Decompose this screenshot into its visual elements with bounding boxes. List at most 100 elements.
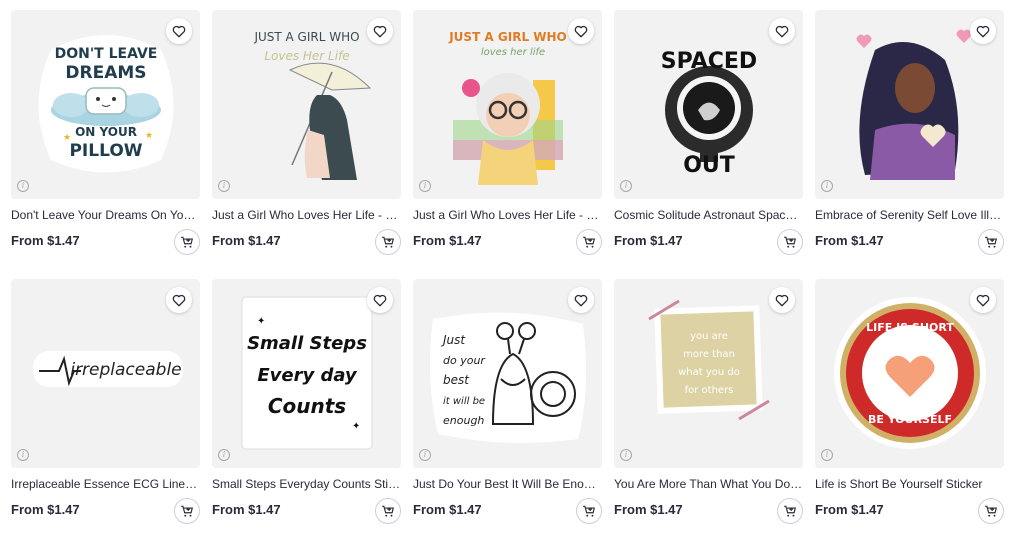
add-to-cart-icon xyxy=(181,505,193,517)
product-image[interactable]: SPACED OUT i xyxy=(614,10,803,199)
product-image[interactable]: JUST A GIRL WHO Loves Her Life i xyxy=(212,10,401,199)
art-line: BE YOURSELF xyxy=(868,413,952,426)
info-icon[interactable]: i xyxy=(218,180,230,192)
add-to-cart-icon xyxy=(382,505,394,517)
svg-text:✦: ✦ xyxy=(257,316,265,327)
svg-text:✦: ✦ xyxy=(352,421,360,432)
add-to-cart-icon xyxy=(784,505,796,517)
info-icon[interactable]: i xyxy=(17,449,29,461)
heart-icon xyxy=(775,25,789,37)
add-to-cart-button[interactable] xyxy=(174,229,200,255)
heart-icon xyxy=(574,25,588,37)
info-icon[interactable]: i xyxy=(620,449,632,461)
product-price: From $1.47 xyxy=(815,233,884,248)
product-image[interactable]: LIFE IS SHORT BE YOURSELF i xyxy=(815,279,1004,468)
add-to-cart-icon xyxy=(583,505,595,517)
product-price: From $1.47 xyxy=(212,233,281,248)
art-line: DREAMS xyxy=(65,63,146,83)
add-to-cart-button[interactable] xyxy=(978,229,1004,255)
art-line: you are xyxy=(690,331,728,342)
heart-icon xyxy=(976,294,990,306)
add-to-cart-icon xyxy=(181,236,193,248)
art-line: what you do xyxy=(678,367,740,378)
product-price: From $1.47 xyxy=(413,502,482,517)
favorite-button[interactable] xyxy=(568,287,594,313)
art-line: DON'T LEAVE xyxy=(55,46,158,62)
product-price: From $1.47 xyxy=(212,502,281,517)
favorite-button[interactable] xyxy=(166,18,192,44)
product-title[interactable]: Small Steps Everyday Counts Sticker xyxy=(212,476,401,492)
art-line: LIFE IS SHORT xyxy=(866,321,954,334)
art-line: Just xyxy=(441,333,466,347)
add-to-cart-button[interactable] xyxy=(375,229,401,255)
favorite-button[interactable] xyxy=(367,18,393,44)
art-line: PILLOW xyxy=(69,141,142,161)
heart-icon xyxy=(373,294,387,306)
product-title[interactable]: Just a Girl Who Loves Her Life - Pastel … xyxy=(212,207,401,223)
product-title[interactable]: Cosmic Solitude Astronaut Space Sticker xyxy=(614,207,803,223)
product-price: From $1.47 xyxy=(11,233,80,248)
product-title[interactable]: Irreplaceable Essence ECG Line Sticker xyxy=(11,476,200,492)
art-line: JUST A GIRL WHO xyxy=(253,30,359,44)
art-line: do your xyxy=(443,354,486,367)
product-price: From $1.47 xyxy=(614,233,683,248)
add-to-cart-button[interactable] xyxy=(978,498,1004,524)
info-icon[interactable]: i xyxy=(419,449,431,461)
add-to-cart-button[interactable] xyxy=(777,498,803,524)
art-line: Small Steps xyxy=(247,333,367,354)
art-line: loves her life xyxy=(481,47,545,58)
favorite-button[interactable] xyxy=(769,18,795,44)
info-icon[interactable]: i xyxy=(17,180,29,192)
product-price: From $1.47 xyxy=(815,502,884,517)
add-to-cart-button[interactable] xyxy=(777,229,803,255)
add-to-cart-button[interactable] xyxy=(375,498,401,524)
add-to-cart-icon xyxy=(382,236,394,248)
product-title[interactable]: Don't Leave Your Dreams On Your Pillow S… xyxy=(11,207,200,223)
product-price: From $1.47 xyxy=(614,502,683,517)
product-image[interactable]: JUST A GIRL WHO loves her life i xyxy=(413,10,602,199)
product-image[interactable]: irreplaceable i xyxy=(11,279,200,468)
art-line: Counts xyxy=(268,394,346,418)
product-price: From $1.47 xyxy=(413,233,482,248)
product-title[interactable]: Just Do Your Best It Will Be Enough Stic… xyxy=(413,476,602,492)
favorite-button[interactable] xyxy=(970,18,996,44)
product-title[interactable]: You Are More Than What You Do For Others… xyxy=(614,476,803,492)
add-to-cart-icon xyxy=(784,236,796,248)
product-image[interactable]: Small Steps Every day Counts ✦ ✦ i xyxy=(212,279,401,468)
favorite-button[interactable] xyxy=(568,18,594,44)
art-line: ON YOUR xyxy=(75,125,137,139)
art-line: JUST A GIRL WHO xyxy=(448,30,567,44)
art-line: irreplaceable xyxy=(70,360,181,380)
art-line: Loves Her Life xyxy=(264,49,349,63)
info-icon[interactable]: i xyxy=(821,180,833,192)
product-title[interactable]: Embrace of Serenity Self Love Illustrati… xyxy=(815,207,1004,223)
favorite-button[interactable] xyxy=(970,287,996,313)
product-price: From $1.47 xyxy=(11,502,80,517)
favorite-button[interactable] xyxy=(769,287,795,313)
favorite-button[interactable] xyxy=(166,287,192,313)
add-to-cart-button[interactable] xyxy=(576,229,602,255)
heart-icon xyxy=(775,294,789,306)
product-image[interactable]: i xyxy=(815,10,1004,199)
info-icon[interactable]: i xyxy=(218,449,230,461)
add-to-cart-button[interactable] xyxy=(174,498,200,524)
info-icon[interactable]: i xyxy=(620,180,632,192)
add-to-cart-button[interactable] xyxy=(576,498,602,524)
art-line: it will be xyxy=(443,396,485,407)
add-to-cart-icon xyxy=(583,236,595,248)
product-image[interactable]: Just do your best it will be enough i xyxy=(413,279,602,468)
info-icon[interactable]: i xyxy=(419,180,431,192)
heart-icon xyxy=(172,294,186,306)
add-to-cart-icon xyxy=(985,236,997,248)
info-icon[interactable]: i xyxy=(821,449,833,461)
product-image[interactable]: DON'T LEAVE DREAMS ON YOUR PILLOW ★ ★ i xyxy=(11,10,200,199)
art-line: more than xyxy=(683,349,735,360)
product-title[interactable]: Life is Short Be Yourself Sticker xyxy=(815,476,1004,492)
heart-icon xyxy=(172,25,186,37)
favorite-button[interactable] xyxy=(367,287,393,313)
heart-icon xyxy=(574,294,588,306)
product-title[interactable]: Just a Girl Who Loves Her Life - Whimsic… xyxy=(413,207,602,223)
art-line: enough xyxy=(443,414,484,427)
art-line: SPACED xyxy=(661,49,757,74)
product-image[interactable]: you are more than what you do for others… xyxy=(614,279,803,468)
